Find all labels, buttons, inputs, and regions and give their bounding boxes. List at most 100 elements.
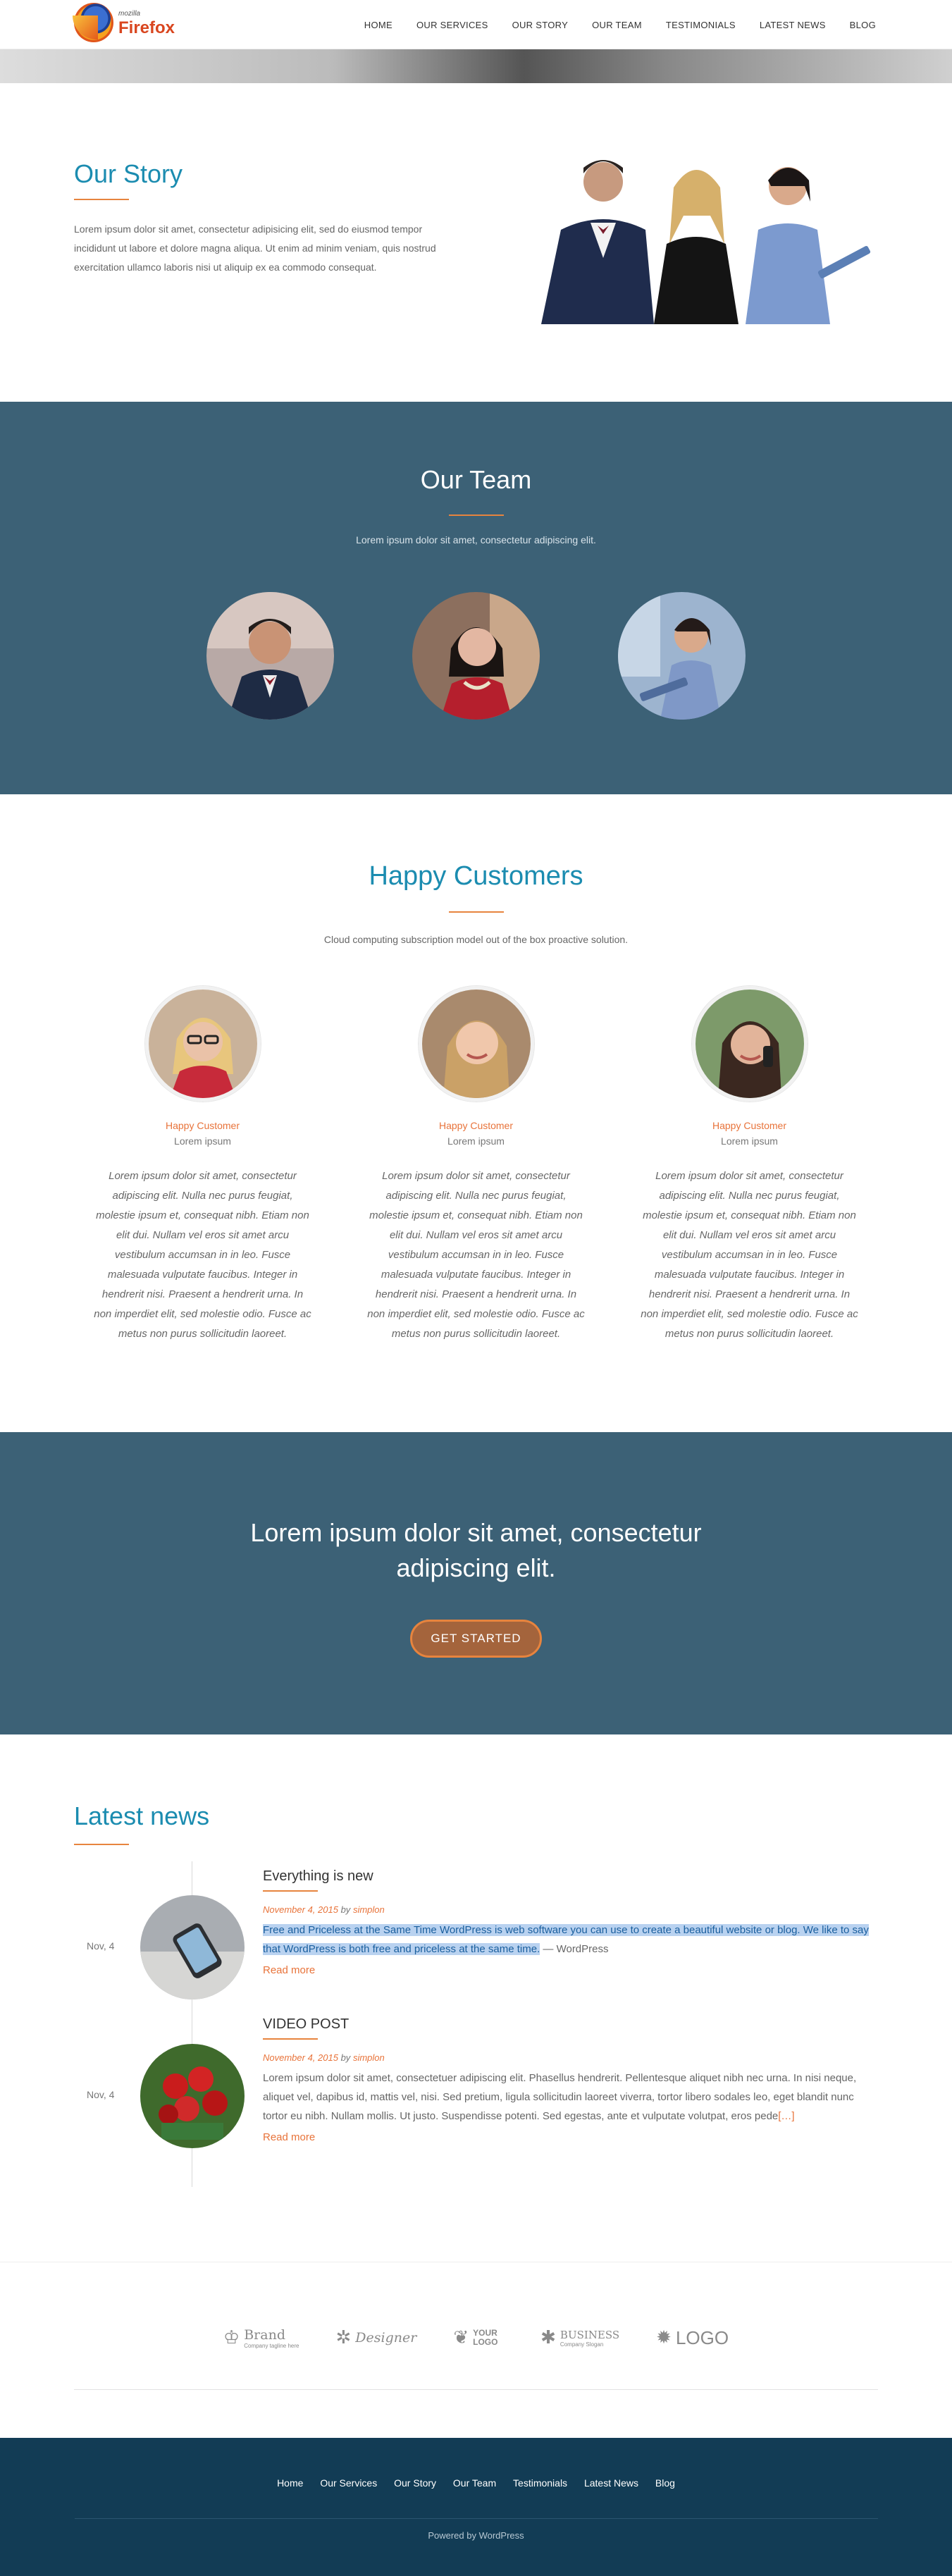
- customer-role: Happy Customer: [165, 1120, 240, 1131]
- nav-blog[interactable]: BLOG: [838, 20, 876, 30]
- partners-divider: [74, 2389, 878, 2390]
- logo-small-text: mozilla: [118, 10, 141, 18]
- footer-nav-latest-news[interactable]: Latest News: [584, 2477, 638, 2489]
- customer-avatar: [691, 986, 808, 1102]
- post-meta-author[interactable]: simplon: [353, 2052, 385, 2063]
- customers-title-underline: [448, 911, 504, 913]
- partner-logo[interactable]: ✲ Designer: [336, 2321, 417, 2355]
- post-excerpt: Lorem ipsum dolor sit amet, consectetuer…: [263, 2069, 877, 2126]
- customer-quote: Lorem ipsum dolor sit amet, consectetur …: [367, 1170, 585, 1340]
- post-title[interactable]: VIDEO POST: [263, 2016, 877, 2033]
- post-meta-by: by: [340, 2052, 351, 2063]
- post-meta-date[interactable]: November 4, 2015: [263, 1904, 338, 1915]
- post-excerpt-text: Lorem ipsum dolor sit amet, consectetuer…: [263, 2072, 857, 2122]
- footer-nav-our-team[interactable]: Our Team: [453, 2477, 496, 2489]
- get-started-button[interactable]: GET STARTED: [410, 1620, 542, 1658]
- team-title: Our Team: [420, 465, 532, 494]
- nav-our-story[interactable]: OUR STORY: [500, 20, 581, 30]
- post-body: Everything is new November 4, 2015 by si…: [263, 1868, 877, 1976]
- customer-name: Lorem ipsum: [447, 1135, 505, 1147]
- team-title-underline: [448, 514, 504, 516]
- gear-icon: ✹: [656, 2327, 672, 2348]
- brand-icon: ♔: [223, 2327, 240, 2348]
- post-meta-by: by: [340, 1904, 351, 1915]
- powered-by-text: Powered by WordPress: [428, 2530, 524, 2541]
- partner-logo[interactable]: ✱ BUSINESS Company Slogan: [540, 2321, 619, 2355]
- partner-logo-text: Designer: [355, 2330, 417, 2346]
- post-meta-date[interactable]: November 4, 2015: [263, 2052, 338, 2063]
- hero-banner-strip: [0, 49, 952, 83]
- main-nav: HOME OUR SERVICES OUR STORY OUR TEAM TES…: [352, 0, 876, 49]
- story-text: Lorem ipsum dolor sit amet, consectetur …: [74, 223, 436, 273]
- footer-nav-our-story[interactable]: Our Story: [394, 2477, 436, 2489]
- story-title-underline: [74, 199, 129, 200]
- footer-nav-our-services[interactable]: Our Services: [320, 2477, 377, 2489]
- partner-logo[interactable]: ❦ YOUR LOGO: [453, 2321, 504, 2355]
- post-meta-author[interactable]: simplon: [353, 1904, 385, 1915]
- post-excerpt: Free and Priceless at the Same Time Word…: [263, 1921, 877, 1959]
- nav-home[interactable]: HOME: [352, 20, 404, 30]
- post-date: Nov, 4: [87, 1940, 115, 1952]
- team-member-avatar[interactable]: [618, 592, 746, 720]
- customer-name: Lorem ipsum: [174, 1135, 231, 1147]
- team-member-avatar[interactable]: [206, 592, 334, 720]
- partner-logos-section: ♔ Brand Company tagline here ✲ Designer ❦…: [0, 2262, 952, 2438]
- post-excerpt-tail: — WordPress: [540, 1943, 609, 1955]
- nav-our-team[interactable]: OUR TEAM: [580, 20, 654, 30]
- call-to-action-section: Lorem ipsum dolor sit amet, consectetur …: [0, 1432, 952, 1734]
- customer-name: Lorem ipsum: [721, 1135, 778, 1147]
- partner-logo[interactable]: ♔ Brand Company tagline here: [223, 2321, 299, 2355]
- post-date: Nov, 4: [87, 2089, 115, 2100]
- partner-logo-tagline: Company Slogan: [560, 2341, 604, 2348]
- post-excerpt-ellipsis-link[interactable]: […]: [778, 2110, 794, 2122]
- customer-card: Happy Customer Lorem ipsum Lorem ipsum d…: [639, 986, 860, 1344]
- designer-icon: ✲: [335, 2327, 352, 2348]
- firefox-logo[interactable]: mozilla Firefox: [73, 3, 187, 45]
- nav-testimonials[interactable]: TESTIMONIALS: [654, 20, 748, 30]
- customers-title: Happy Customers: [369, 861, 583, 891]
- read-more-link[interactable]: Read more: [263, 1964, 877, 1976]
- post-body: VIDEO POST November 4, 2015 by simplon L…: [263, 2016, 877, 2143]
- partner-logo-text: YOUR LOGO: [473, 2328, 498, 2347]
- news-title: Latest news: [74, 1801, 210, 1830]
- logo-big-text: Firefox: [118, 18, 175, 37]
- happy-customers-section: Happy Customers Cloud computing subscrip…: [0, 794, 952, 1432]
- footer-nav-blog[interactable]: Blog: [655, 2477, 675, 2489]
- partner-logo-text: BUSINESS: [560, 2328, 620, 2341]
- our-story-section: Our Story Lorem ipsum dolor sit amet, co…: [0, 83, 952, 402]
- footer-nav-testimonials[interactable]: Testimonials: [513, 2477, 567, 2489]
- news-title-underline: [74, 1844, 129, 1845]
- footer-nav-home[interactable]: Home: [277, 2477, 303, 2489]
- customer-role: Happy Customer: [438, 1120, 514, 1131]
- post-title-underline: [263, 1890, 318, 1892]
- partner-logo-tagline: Company tagline here: [244, 2342, 299, 2349]
- footer-nav: Home Our Services Our Story Our Team Tes…: [0, 2438, 952, 2489]
- site-footer: Home Our Services Our Story Our Team Tes…: [0, 2438, 952, 2576]
- post-thumbnail[interactable]: [140, 2044, 245, 2148]
- leaf-icon: ✱: [540, 2327, 556, 2348]
- nav-our-services[interactable]: OUR SERVICES: [404, 20, 500, 30]
- customers-list: Happy Customer Lorem ipsum Lorem ipsum d…: [0, 986, 952, 1344]
- team-member-avatar[interactable]: [412, 592, 540, 720]
- read-more-link[interactable]: Read more: [263, 2131, 877, 2143]
- post-meta: November 4, 2015 by simplon: [263, 1904, 877, 1915]
- customer-role: Happy Customer: [712, 1120, 787, 1131]
- partner-logo-text: LOGO: [675, 2327, 729, 2348]
- post-title[interactable]: Everything is new: [263, 1868, 877, 1885]
- footer-divider: [74, 2518, 878, 2519]
- customer-card: Happy Customer Lorem ipsum Lorem ipsum d…: [366, 986, 587, 1344]
- team-subtitle: Lorem ipsum dolor sit amet, consectetur …: [356, 534, 596, 546]
- customers-subtitle: Cloud computing subscription model out o…: [323, 934, 629, 945]
- partner-logo[interactable]: ✹ LOGO: [656, 2321, 729, 2355]
- firefox-globe-icon: [73, 3, 113, 42]
- customer-card: Happy Customer Lorem ipsum Lorem ipsum d…: [92, 986, 314, 1344]
- customer-avatar: [144, 986, 261, 1102]
- post-thumbnail[interactable]: [140, 1895, 245, 1999]
- nav-latest-news[interactable]: LATEST NEWS: [748, 20, 838, 30]
- partner-logo-text: Brand: [244, 2327, 285, 2343]
- customer-quote: Lorem ipsum dolor sit amet, consectetur …: [641, 1170, 858, 1340]
- team-members: [0, 592, 952, 720]
- team-group-photo: [541, 160, 871, 324]
- post-meta: November 4, 2015 by simplon: [263, 2052, 877, 2063]
- footprint-icon: ❦: [453, 2327, 469, 2348]
